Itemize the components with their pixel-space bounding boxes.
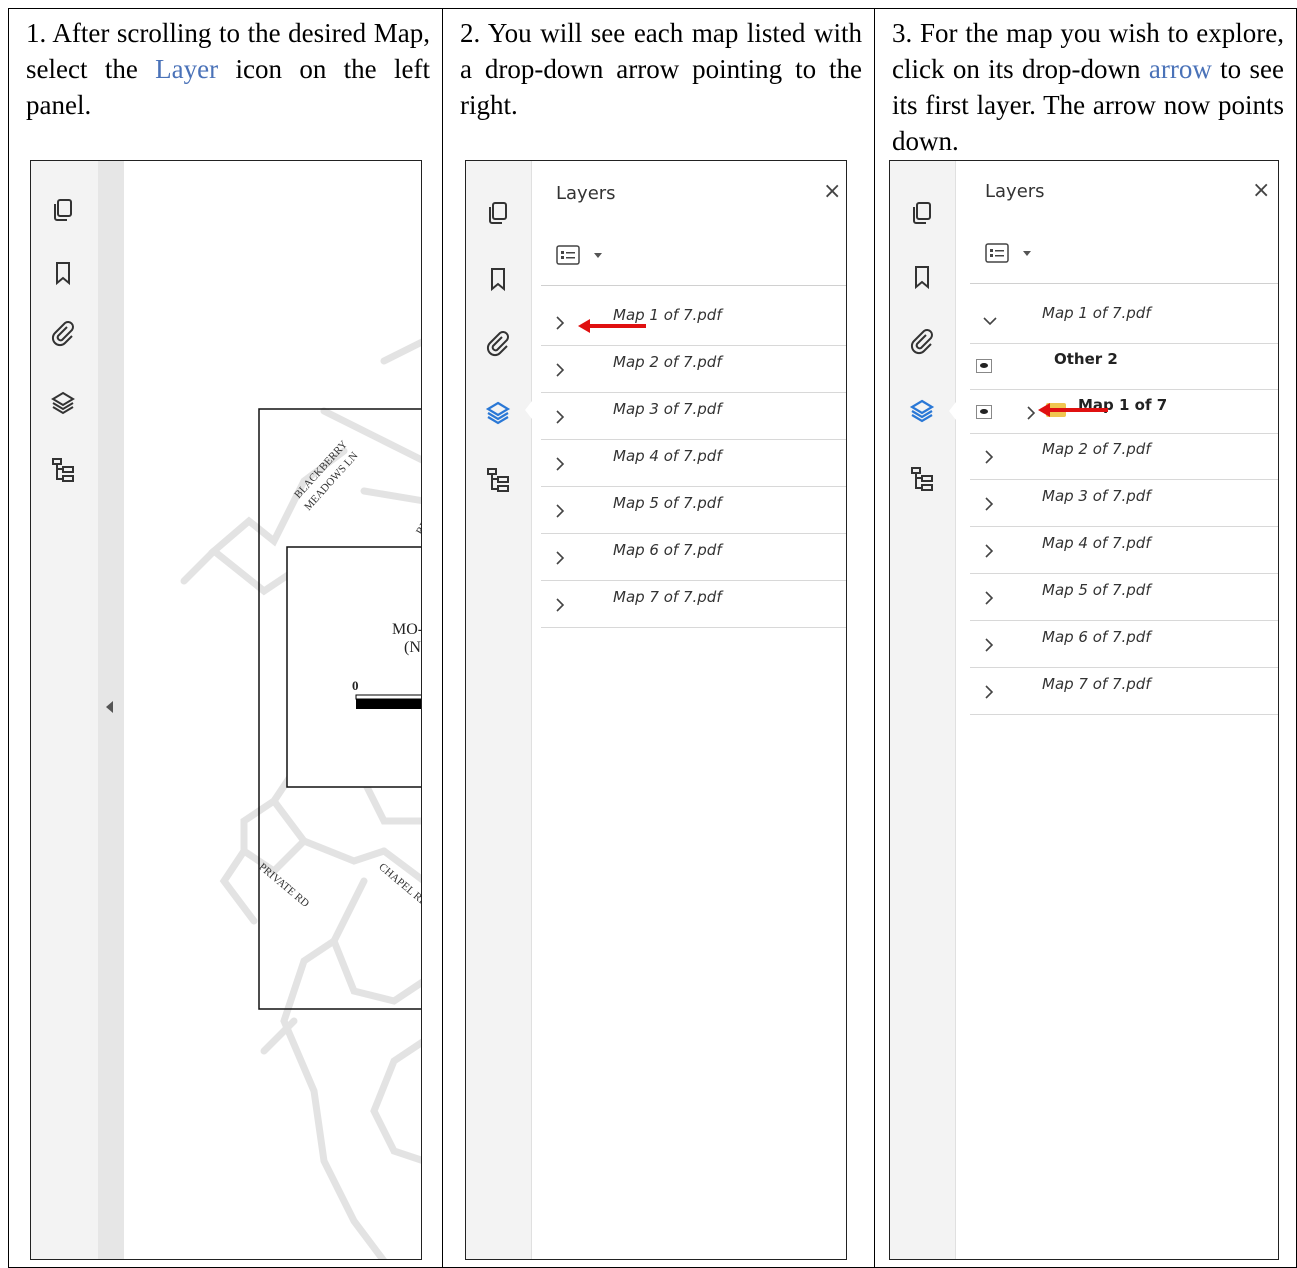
chevron-right-icon[interactable] <box>553 549 567 567</box>
layer-item[interactable]: Map 7 of 7.pdf <box>970 669 1278 715</box>
panel-gutter[interactable] <box>98 161 124 1259</box>
pages-icon[interactable] <box>49 196 77 224</box>
collapse-arrow-icon[interactable] <box>106 701 113 713</box>
chevron-down-icon[interactable] <box>982 312 997 330</box>
screenshot-1: BLACKBERRY MEADOWS LN RD PRIVATE RD CHAP… <box>30 160 422 1260</box>
attachment-icon[interactable] <box>484 329 512 357</box>
layer-item[interactable]: Map 4 of 7.pdf <box>970 528 1278 574</box>
chevron-right-icon[interactable] <box>982 683 996 701</box>
layer-item[interactable]: Map 6 of 7.pdf <box>970 622 1278 668</box>
layer-item[interactable]: Map 6 of 7.pdf <box>541 535 846 581</box>
step-2-cell: 2. You will see each map listed with a d… <box>443 8 875 1268</box>
chevron-right-icon[interactable] <box>982 636 996 654</box>
layer-item[interactable]: Map 3 of 7.pdf <box>970 481 1278 527</box>
chevron-right-icon[interactable] <box>553 455 567 473</box>
layer-item[interactable]: Map 4 of 7.pdf <box>541 441 846 487</box>
layer-item[interactable]: Map 5 of 7.pdf <box>970 575 1278 621</box>
layer-item[interactable]: Map 2 of 7.pdf <box>970 434 1278 480</box>
active-tab-notch <box>949 402 956 420</box>
legend-subtitle: (NAI <box>404 639 421 656</box>
sublayer-label: Other 2 <box>1054 350 1118 368</box>
chevron-right-icon[interactable] <box>982 589 996 607</box>
pages-icon[interactable] <box>484 199 512 227</box>
caption-text: 2. You will see each map listed with a d… <box>460 18 862 120</box>
chevron-right-icon[interactable] <box>553 408 567 426</box>
left-toolbar <box>890 161 956 1259</box>
pages-icon[interactable] <box>908 199 936 227</box>
options-dropdown-icon[interactable] <box>594 253 602 258</box>
layer-item-label: Map 6 of 7.pdf <box>1042 628 1151 646</box>
attachment-icon[interactable] <box>908 327 936 355</box>
layer-item-label: Map 4 of 7.pdf <box>1042 534 1151 552</box>
layer-item[interactable]: Map 3 of 7.pdf <box>541 394 846 440</box>
tags-icon[interactable] <box>49 456 77 484</box>
chevron-right-icon[interactable] <box>982 448 996 466</box>
options-icon[interactable] <box>556 245 580 265</box>
sublayer-item[interactable]: Map 1 of 7 <box>970 390 1278 434</box>
layer-item-label: Map 5 of 7.pdf <box>613 494 722 512</box>
tags-icon[interactable] <box>908 465 936 493</box>
layer-item[interactable]: Map 7 of 7.pdf <box>541 582 846 628</box>
chevron-right-icon[interactable] <box>553 596 567 614</box>
layer-link[interactable]: Layer <box>155 54 218 84</box>
step-2-caption: 2. You will see each map listed with a d… <box>460 15 862 123</box>
screenshot-2: Layers × Map 1 of 7.pdf Map 2 of 7.pdf Map… <box>465 160 847 1260</box>
step-1-caption: 1. After scrolling to the desired Map, s… <box>26 15 430 123</box>
divider <box>970 283 1278 284</box>
layer-item-label: Map 3 of 7.pdf <box>613 400 722 418</box>
close-icon[interactable]: × <box>823 179 841 204</box>
chevron-right-icon[interactable] <box>982 495 996 513</box>
arrow-link[interactable]: arrow <box>1149 54 1212 84</box>
layers-icon[interactable] <box>49 389 77 417</box>
panel-title: Layers <box>985 181 1045 202</box>
sublayer-item[interactable]: Other 2 <box>970 344 1278 390</box>
layer-item-label: Map 3 of 7.pdf <box>1042 487 1151 505</box>
panel-title: Layers <box>556 183 616 204</box>
step-1-cell: 1. After scrolling to the desired Map, s… <box>8 8 443 1268</box>
bookmark-icon[interactable] <box>484 265 512 293</box>
attachment-icon[interactable] <box>49 319 77 347</box>
layer-item-label: Map 2 of 7.pdf <box>1042 440 1151 458</box>
divider <box>541 285 846 286</box>
tags-icon[interactable] <box>484 466 512 494</box>
layer-item-label: Map 7 of 7.pdf <box>1042 675 1151 693</box>
left-toolbar <box>31 161 98 1259</box>
options-icon[interactable] <box>985 243 1009 263</box>
options-dropdown-icon[interactable] <box>1023 251 1031 256</box>
layer-item-label: Map 1 of 7.pdf <box>1042 304 1151 322</box>
chevron-right-icon[interactable] <box>553 314 567 332</box>
bookmark-icon[interactable] <box>49 259 77 287</box>
chevron-right-icon[interactable] <box>553 361 567 379</box>
step-3-cell: 3. For the map you wish to explore, clic… <box>875 8 1297 1268</box>
bookmark-icon[interactable] <box>908 263 936 291</box>
layer-item-label: Map 1 of 7.pdf <box>613 306 722 324</box>
map-preview: BLACKBERRY MEADOWS LN RD PRIVATE RD CHAP… <box>124 161 421 1259</box>
scale-label: 0 <box>352 678 359 693</box>
layer-item-label: Map 5 of 7.pdf <box>1042 581 1151 599</box>
pointer-arrow <box>1038 403 1108 417</box>
chevron-right-icon[interactable] <box>982 542 996 560</box>
pointer-arrow <box>578 319 646 333</box>
layer-item-label: Map 6 of 7.pdf <box>613 541 722 559</box>
chevron-right-icon[interactable] <box>553 502 567 520</box>
legend-title: MO-Ea <box>392 621 421 638</box>
layers-icon[interactable] <box>484 399 512 427</box>
screenshot-3: Layers × Map 1 of 7.pdf Other 2 Map 1 of… <box>889 160 1279 1260</box>
layer-item-label: Map 7 of 7.pdf <box>613 588 722 606</box>
left-toolbar <box>466 161 532 1259</box>
layer-item[interactable]: Map 5 of 7.pdf <box>541 488 846 534</box>
layers-icon[interactable] <box>908 397 936 425</box>
layer-item[interactable]: Map 2 of 7.pdf <box>541 347 846 393</box>
layer-item-expanded[interactable]: Map 1 of 7.pdf <box>970 298 1278 344</box>
chevron-right-icon[interactable] <box>1024 404 1038 422</box>
layer-item-label: Map 4 of 7.pdf <box>613 447 722 465</box>
layer-item-label: Map 2 of 7.pdf <box>613 353 722 371</box>
active-tab-notch <box>525 401 532 419</box>
eye-icon[interactable] <box>976 405 992 419</box>
step-3-caption: 3. For the map you wish to explore, clic… <box>892 15 1284 159</box>
close-icon[interactable]: × <box>1252 178 1270 203</box>
eye-icon[interactable] <box>976 359 992 373</box>
